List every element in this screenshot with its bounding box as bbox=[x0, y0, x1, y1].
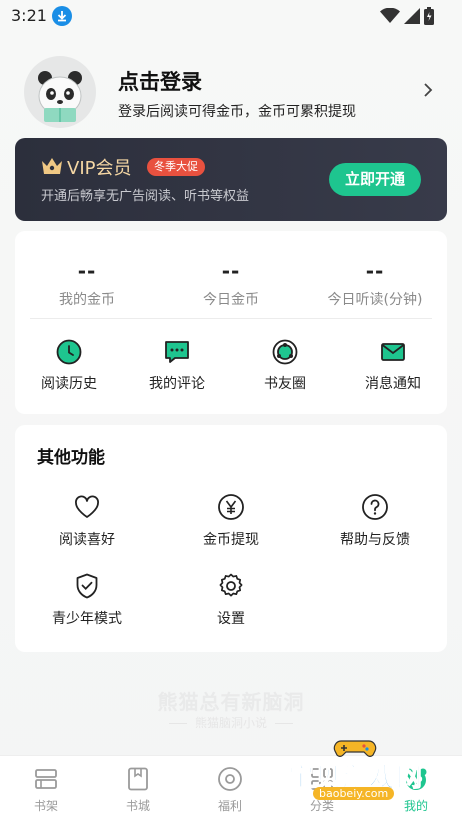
avatar[interactable] bbox=[24, 56, 96, 128]
coin-withdraw-label: 金币提现 bbox=[203, 532, 259, 548]
tab-bookshelf[interactable]: 书架 bbox=[16, 766, 76, 814]
crown-icon bbox=[41, 156, 63, 176]
watermark-url: baobeiy.com bbox=[313, 787, 395, 800]
status-bar: 3:21 bbox=[0, 0, 462, 32]
stat-my-coins[interactable]: -- 我的金币 bbox=[15, 259, 159, 309]
tab-label: 书架 bbox=[33, 799, 58, 813]
slogan: 熊猫总有新脑洞 bbox=[157, 690, 305, 714]
teen-mode-button[interactable]: 青少年模式 bbox=[15, 572, 159, 628]
circle-icon bbox=[272, 339, 298, 365]
login-subtitle: 登录后阅读可得金币，金币可累积提现 bbox=[118, 104, 356, 120]
reading-preference-label: 阅读喜好 bbox=[59, 532, 115, 548]
question-icon bbox=[361, 493, 389, 521]
help-feedback-button[interactable]: 帮助与反馈 bbox=[303, 493, 447, 549]
reading-history-label: 阅读历史 bbox=[41, 376, 97, 392]
chevron-right-icon[interactable] bbox=[418, 80, 438, 100]
tab-label: 书城 bbox=[125, 799, 150, 813]
login-header[interactable]: 点击登录 登录后阅读可得金币，金币可累积提现 bbox=[24, 56, 438, 130]
section-title: 其他功能 bbox=[37, 448, 105, 468]
coin-withdraw-button[interactable]: 金币提现 bbox=[159, 493, 303, 549]
divider bbox=[30, 318, 432, 319]
vip-title: VIP会员 bbox=[67, 158, 132, 179]
stats-card: -- 我的金币 -- 今日金币 -- 今日听读(分钟) 阅读历史 我的评论 书友… bbox=[15, 231, 447, 414]
mail-icon bbox=[380, 339, 406, 365]
stat-label: 今日听读(分钟) bbox=[327, 292, 423, 308]
book-circle-button[interactable]: 书友圈 bbox=[231, 339, 339, 393]
stat-label: 今日金币 bbox=[203, 292, 259, 308]
comment-icon bbox=[164, 339, 190, 365]
book-icon bbox=[125, 766, 151, 792]
panda-avatar-icon bbox=[38, 71, 82, 122]
my-comments-button[interactable]: 我的评论 bbox=[123, 339, 231, 393]
stat-value: -- bbox=[221, 259, 241, 283]
wifi-icon bbox=[380, 7, 400, 28]
reading-history-button[interactable]: 阅读历史 bbox=[15, 339, 123, 393]
notifications-button[interactable]: 消息通知 bbox=[339, 339, 447, 393]
book-circle-label: 书友圈 bbox=[264, 376, 306, 392]
stat-label: 我的金币 bbox=[59, 292, 115, 308]
vip-open-button[interactable]: 立即开通 bbox=[329, 163, 421, 196]
other-features-card: 其他功能 阅读喜好 金币提现 帮助与反馈 青少年模式 设置 bbox=[15, 425, 447, 652]
tab-bookstore[interactable]: 书城 bbox=[108, 766, 168, 814]
signal-icon bbox=[404, 8, 420, 28]
clock-icon bbox=[56, 339, 82, 365]
stat-value: -- bbox=[77, 259, 97, 283]
settings-button[interactable]: 设置 bbox=[159, 572, 303, 628]
login-title[interactable]: 点击登录 bbox=[118, 66, 202, 96]
promo-badge: 冬季大促 bbox=[147, 158, 205, 176]
slogan-sub: 熊猫脑洞小说 bbox=[0, 714, 462, 731]
heart-icon bbox=[73, 493, 101, 521]
help-feedback-label: 帮助与反馈 bbox=[340, 532, 410, 548]
teen-mode-label: 青少年模式 bbox=[52, 611, 122, 627]
shield-check-icon bbox=[73, 572, 101, 600]
battery-icon bbox=[424, 7, 434, 29]
stat-value: -- bbox=[365, 259, 385, 283]
tab-label: 福利 bbox=[217, 799, 242, 813]
tab-welfare[interactable]: 福利 bbox=[200, 766, 260, 814]
notifications-label: 消息通知 bbox=[365, 376, 421, 392]
yen-icon bbox=[217, 493, 245, 521]
watermark-logo: 宝贝游戏网 baobeiy.com bbox=[287, 735, 438, 805]
download-icon bbox=[52, 6, 72, 26]
settings-label: 设置 bbox=[217, 611, 245, 627]
stat-today-coins[interactable]: -- 今日金币 bbox=[159, 259, 303, 309]
vip-description: 开通后畅享无广告阅读、听书等权益 bbox=[41, 189, 250, 204]
gear-icon bbox=[217, 572, 245, 600]
gamepad-icon bbox=[333, 740, 377, 757]
bookshelf-icon bbox=[33, 766, 59, 792]
reading-preference-button[interactable]: 阅读喜好 bbox=[15, 493, 159, 549]
coin-icon bbox=[217, 766, 243, 792]
stat-today-listen[interactable]: -- 今日听读(分钟) bbox=[303, 259, 447, 309]
vip-banner[interactable]: VIP会员 冬季大促 开通后畅享无广告阅读、听书等权益 立即开通 bbox=[15, 138, 447, 221]
status-time: 3:21 bbox=[11, 6, 47, 25]
my-comments-label: 我的评论 bbox=[149, 376, 205, 392]
